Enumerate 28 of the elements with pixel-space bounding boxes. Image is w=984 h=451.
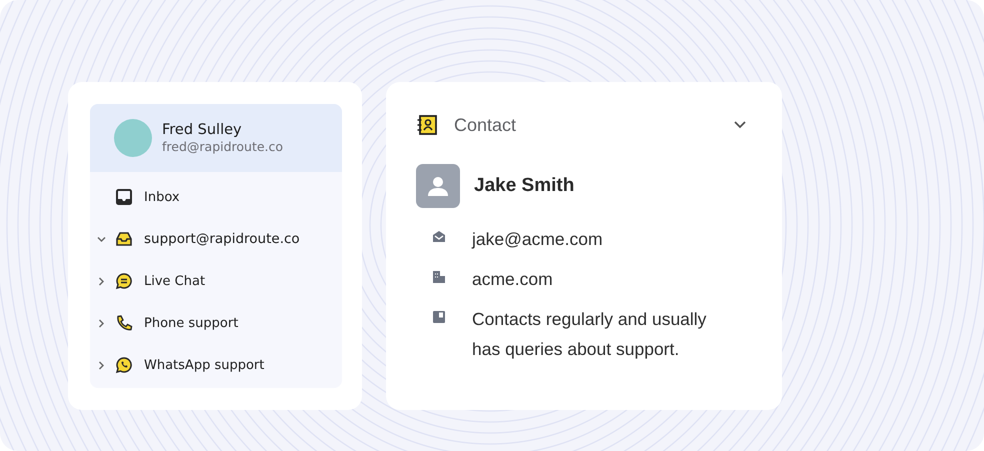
note-text: Contacts regularly and usually has queries about support.	[472, 308, 708, 361]
chevron-icon[interactable]	[97, 318, 106, 328]
avatar-placeholder	[114, 119, 152, 157]
sidebar-item[interactable]: support@rapidroute.co	[90, 218, 342, 260]
avatar-placeholder	[416, 164, 460, 208]
account-email: fred@rapidroute.co	[162, 139, 284, 154]
website-text: acme.com	[472, 268, 554, 291]
sidebar-item[interactable]: Inbox	[90, 184, 342, 210]
chevron-icon[interactable]	[97, 360, 106, 370]
chat-bubble-icon	[115, 272, 133, 290]
sidebar-item[interactable]: Phone support	[90, 302, 342, 344]
envelope-icon	[432, 230, 446, 244]
chevron-icon[interactable]	[97, 234, 106, 244]
account-name: Fred Sulley	[162, 122, 243, 138]
note-icon	[432, 310, 446, 324]
chevron-icon	[734, 121, 746, 129]
building-icon	[432, 270, 446, 284]
contact-name: Jake Smith	[474, 175, 574, 197]
phone-icon	[115, 314, 133, 332]
chevron-icon[interactable]	[97, 276, 106, 286]
address-book-icon	[416, 114, 438, 136]
tray-icon	[115, 188, 133, 206]
tray-icon	[115, 230, 133, 248]
whatsapp-icon	[115, 356, 133, 374]
sidebar-item[interactable]: WhatsApp support	[90, 344, 342, 386]
email-text: jake@acme.com	[472, 228, 604, 251]
panel-title: Contact	[454, 114, 518, 136]
sidebar-item[interactable]: Live Chat	[90, 260, 342, 302]
